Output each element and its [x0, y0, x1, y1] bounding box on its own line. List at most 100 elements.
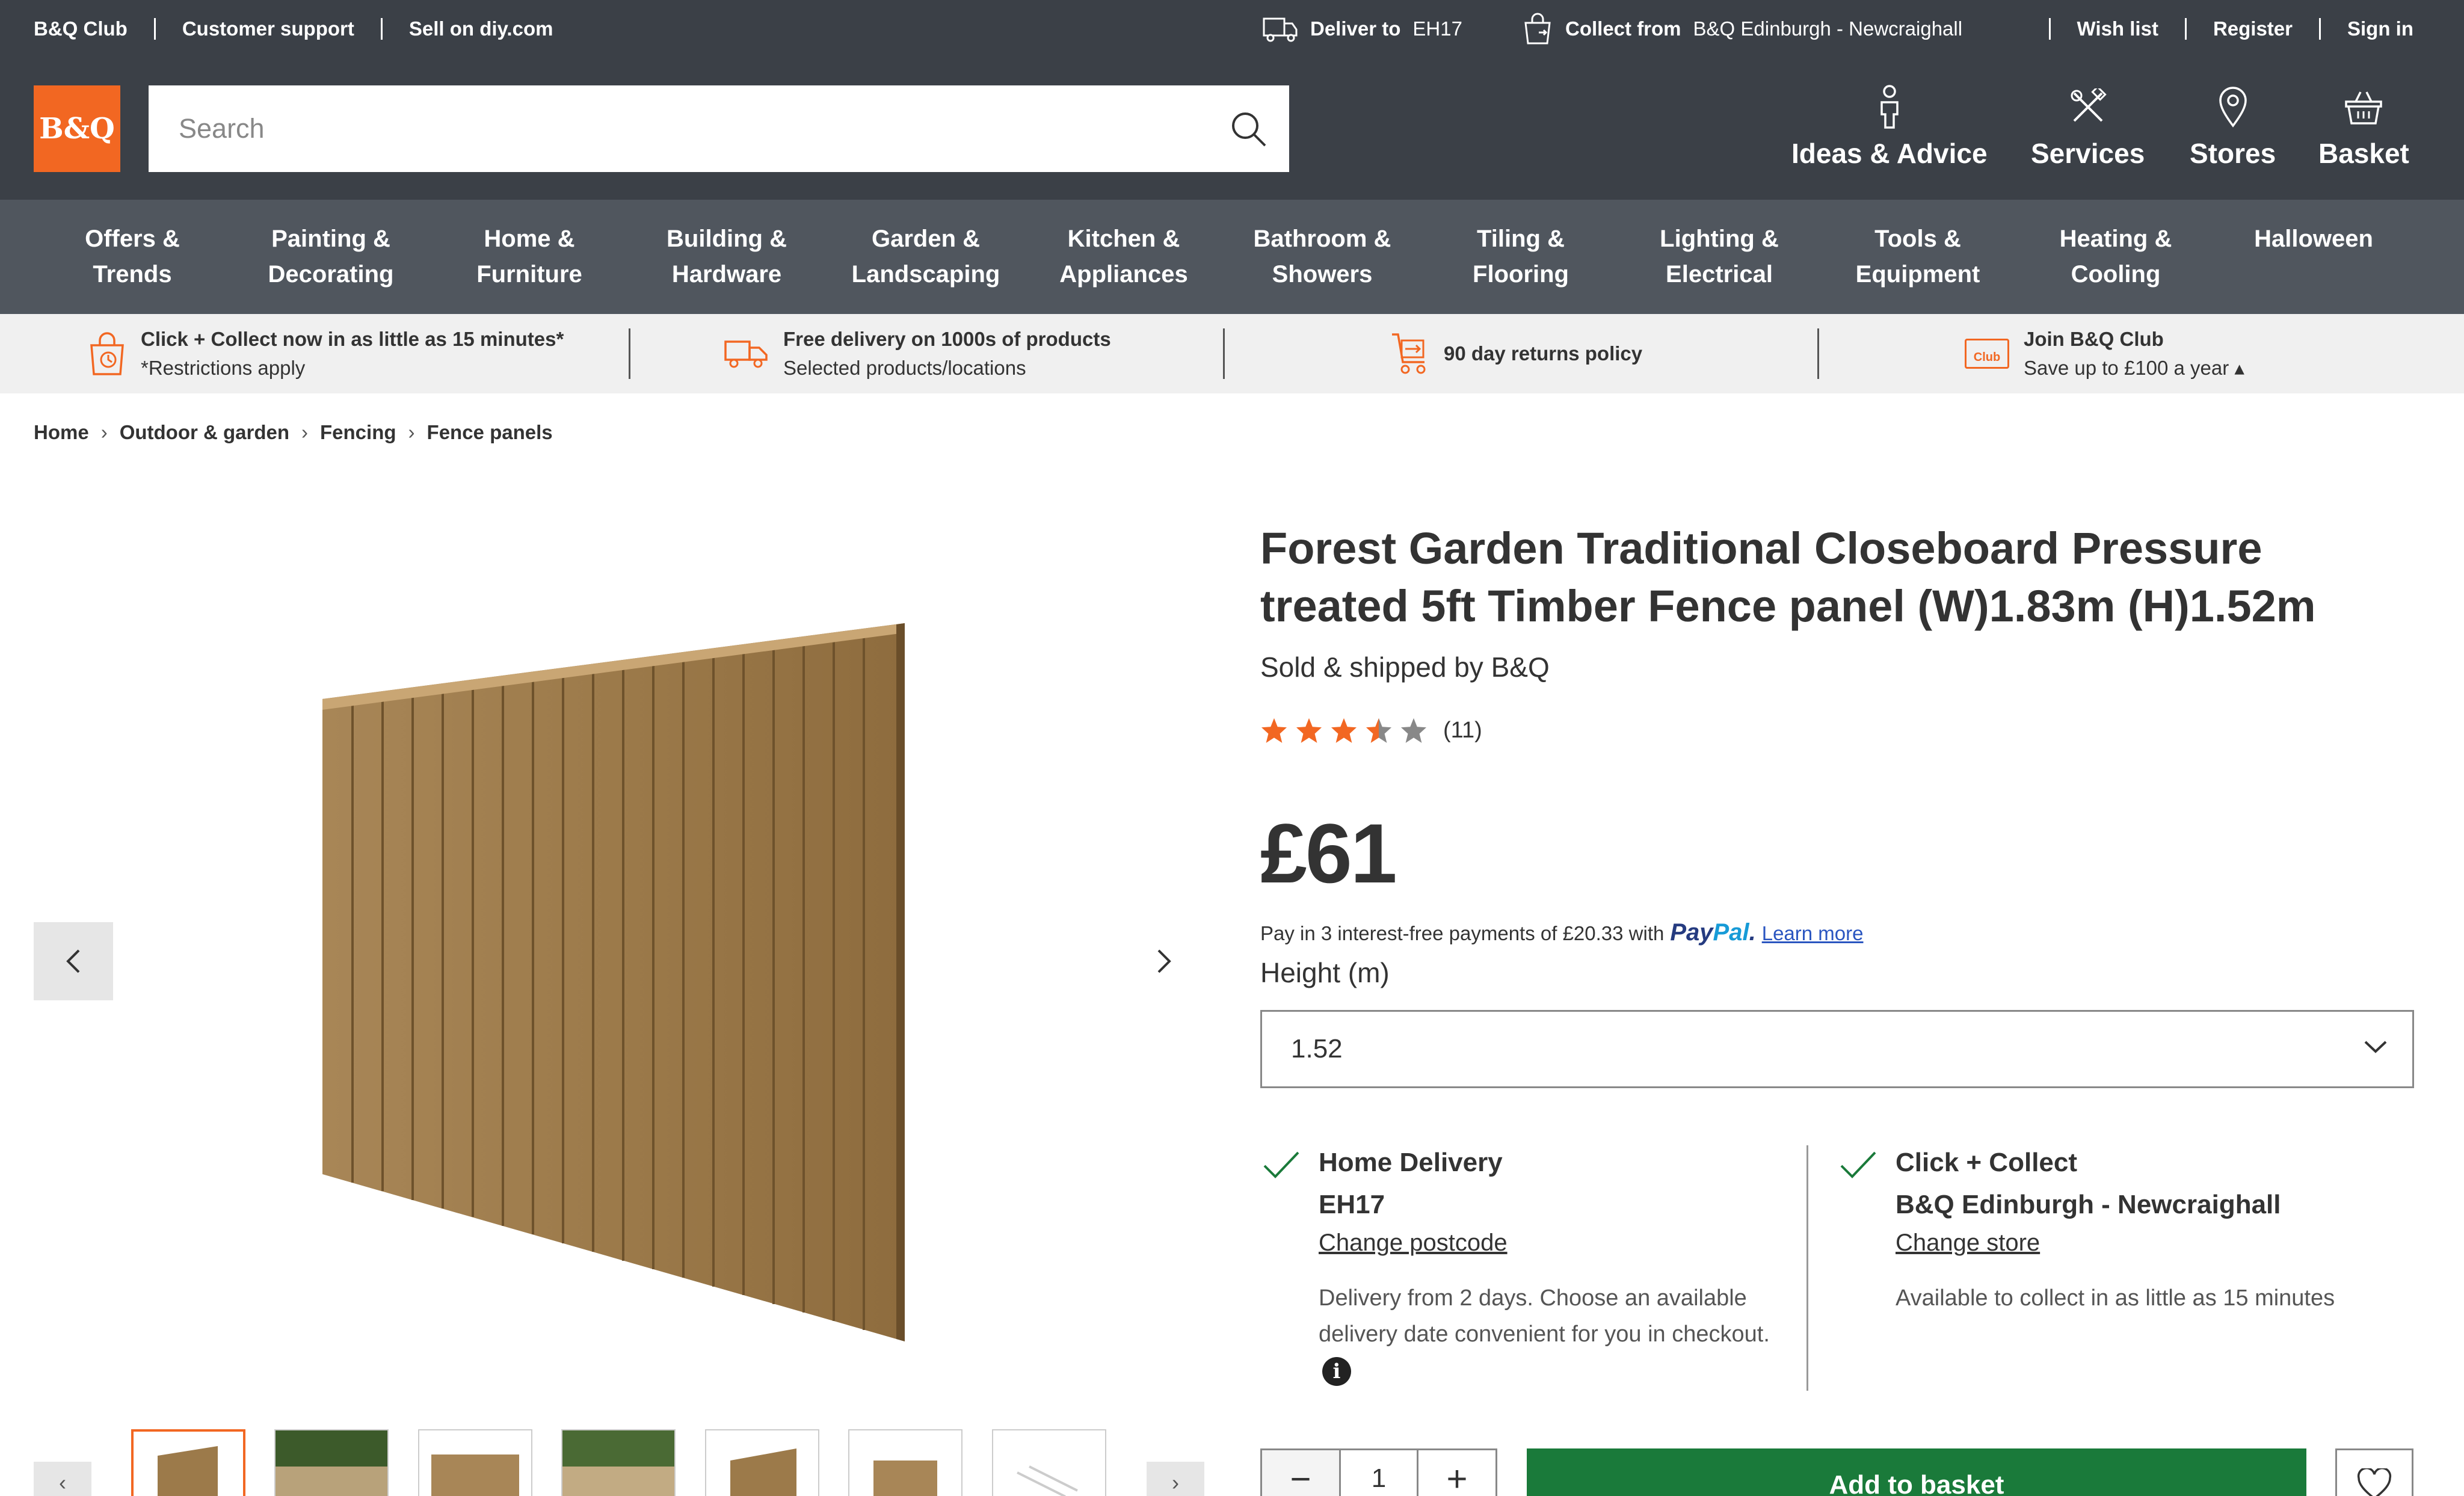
breadcrumb-home[interactable]: Home	[34, 421, 89, 444]
change-store-link[interactable]: Change store	[1896, 1230, 2040, 1257]
quantity-value[interactable]: 1	[1338, 1450, 1418, 1496]
paypal-logo: PayPal.	[1670, 919, 1756, 946]
thumbnail-6[interactable]	[848, 1429, 962, 1496]
basket-label: Basket	[2318, 138, 2409, 169]
stores-label: Stores	[2190, 138, 2276, 169]
quantity-decrease-button[interactable]: −	[1262, 1450, 1339, 1496]
collect-store: B&Q Edinburgh - Newcraighall	[1693, 17, 1963, 40]
add-to-basket-button[interactable]: Add to basket	[1527, 1448, 2306, 1496]
height-label: Height (m)	[1260, 957, 1390, 988]
paypal-installments: Pay in 3 interest-free payments of £20.3…	[1260, 919, 1863, 946]
thumbnail-7[interactable]	[992, 1429, 1106, 1496]
person-idea-icon	[1880, 85, 1899, 129]
utility-bar: B&Q Club Customer support Sell on diy.co…	[0, 0, 2464, 58]
add-to-wishlist-button[interactable]	[2335, 1448, 2413, 1496]
chevron-down-icon	[2364, 1041, 2387, 1053]
bag-clock-icon	[90, 332, 124, 375]
delivery-truck-icon	[1263, 17, 1298, 42]
chevron-left-icon	[66, 949, 80, 973]
category-home-furniture[interactable]: Home & Furniture	[430, 221, 629, 292]
location-pin-icon	[2219, 87, 2247, 128]
usp-join-club[interactable]: Club Join B&Q Club Save up to £100 a year…	[1965, 314, 2244, 393]
thumbnails-next-button[interactable]: ›	[1147, 1462, 1204, 1496]
thumbnail-4[interactable]	[561, 1429, 676, 1496]
breadcrumb-outdoor-garden[interactable]: Outdoor & garden	[120, 421, 289, 444]
category-nav: Offers & Trends Painting & Decorating Home…	[0, 200, 2464, 314]
click-collect-title: Click + Collect	[1896, 1148, 2078, 1177]
star-icon	[1261, 718, 1287, 743]
collect-from[interactable]: Collect from B&Q Edinburgh - Newcraighal…	[1522, 0, 1962, 58]
utility-links-left: B&Q Club Customer support Sell on diy.co…	[34, 0, 579, 58]
category-lighting-electrical[interactable]: Lighting & Electrical	[1620, 221, 1819, 292]
collect-label: Collect from	[1565, 17, 1681, 40]
search-icon[interactable]	[1229, 109, 1267, 148]
height-select[interactable]: 1.52	[1260, 1010, 2414, 1088]
search-bar	[149, 85, 1289, 172]
click-collect-store: B&Q Edinburgh - Newcraighall	[1896, 1190, 2281, 1219]
delivery-divider	[1806, 1145, 1808, 1391]
usp-click-collect[interactable]: Click + Collect now in as little as 15 m…	[88, 314, 564, 393]
check-icon	[1840, 1151, 1876, 1178]
gallery-prev-button[interactable]	[34, 922, 113, 1000]
deliver-to[interactable]: Deliver to EH17	[1262, 0, 1462, 58]
thumbnail-3[interactable]	[418, 1429, 532, 1496]
gallery-next-button[interactable]	[1143, 938, 1185, 984]
utility-links-right: Wish list Register Sign in	[2048, 0, 2413, 58]
review-count[interactable]: (11)	[1443, 718, 1482, 743]
register-link[interactable]: Register	[2184, 18, 2319, 40]
services-link[interactable]: Services	[2031, 82, 2145, 178]
stores-link[interactable]: Stores	[2190, 82, 2276, 178]
heart-icon	[2357, 1468, 2392, 1496]
delivery-van-icon	[724, 340, 768, 368]
tools-icon	[2071, 88, 2107, 122]
usp-returns[interactable]: 90 day returns policy	[1390, 314, 1642, 393]
bq-club-link[interactable]: B&Q Club	[34, 18, 154, 40]
change-postcode-link[interactable]: Change postcode	[1319, 1230, 1508, 1257]
category-tools-equipment[interactable]: Tools & Equipment	[1819, 221, 2017, 292]
thumbnail-1[interactable]	[131, 1429, 245, 1496]
ideas-advice-link[interactable]: Ideas & Advice	[1791, 82, 1988, 178]
breadcrumb: Home › Outdoor & garden › Fencing › Fenc…	[34, 421, 553, 444]
product-rating[interactable]: (11)	[1260, 717, 1482, 743]
info-icon[interactable]: i	[1322, 1356, 1351, 1386]
paypal-learn-more-link[interactable]: Learn more	[1762, 922, 1864, 945]
product-image-fence-panel[interactable]	[301, 602, 926, 1359]
category-garden-landscaping[interactable]: Garden & Landscaping	[827, 221, 1025, 292]
club-card-icon: Club	[1965, 339, 2009, 369]
wish-list-link[interactable]: Wish list	[2048, 18, 2185, 40]
quantity-stepper: − 1 +	[1260, 1448, 1497, 1496]
chevron-right-icon	[1157, 949, 1171, 973]
breadcrumb-fence-panels[interactable]: Fence panels	[427, 421, 553, 444]
category-offers-trends[interactable]: Offers & Trends	[33, 221, 232, 292]
thumbnails-prev-button[interactable]: ‹	[34, 1462, 91, 1496]
basket-link[interactable]: Basket	[2318, 82, 2409, 178]
sign-in-link[interactable]: Sign in	[2319, 18, 2413, 40]
quantity-increase-button[interactable]: +	[1418, 1450, 1495, 1496]
sell-on-diy-link[interactable]: Sell on diy.com	[380, 18, 580, 40]
thumbnail-5[interactable]	[705, 1429, 819, 1496]
home-delivery-note: Delivery from 2 days. Choose an availabl…	[1319, 1280, 1776, 1388]
category-painting-decorating[interactable]: Painting & Decorating	[232, 221, 430, 292]
chevron-right-icon: ›	[408, 421, 415, 443]
check-icon	[1263, 1151, 1299, 1178]
usp-free-delivery[interactable]: Free delivery on 1000s of products Select…	[723, 314, 1111, 393]
category-tiling-flooring[interactable]: Tiling & Flooring	[1421, 221, 1620, 292]
empty-star-icon	[1400, 718, 1427, 743]
sold-by-text: Sold & shipped by B&Q	[1260, 651, 1550, 683]
breadcrumb-fencing[interactable]: Fencing	[320, 421, 396, 444]
deliver-postcode: EH17	[1412, 17, 1462, 40]
category-bathroom-showers[interactable]: Bathroom & Showers	[1223, 221, 1421, 292]
search-input[interactable]	[149, 85, 1171, 172]
thumbnail-2[interactable]	[274, 1429, 389, 1496]
category-building-hardware[interactable]: Building & Hardware	[627, 221, 826, 292]
category-halloween[interactable]: Halloween	[2214, 221, 2413, 257]
deliver-label: Deliver to	[1310, 17, 1401, 40]
customer-support-link[interactable]: Customer support	[153, 18, 381, 40]
bq-logo[interactable]: B&Q	[34, 85, 120, 172]
product-title: Forest Garden Traditional Closeboard Pre…	[1260, 523, 2316, 631]
click-collect-note: Available to collect in as little as 15 …	[1896, 1285, 2335, 1311]
category-heating-cooling[interactable]: Heating & Cooling	[2016, 221, 2215, 292]
services-label: Services	[2031, 138, 2145, 169]
usp-strip: Click + Collect now in as little as 15 m…	[0, 314, 2464, 393]
category-kitchen-appliances[interactable]: Kitchen & Appliances	[1024, 221, 1223, 292]
